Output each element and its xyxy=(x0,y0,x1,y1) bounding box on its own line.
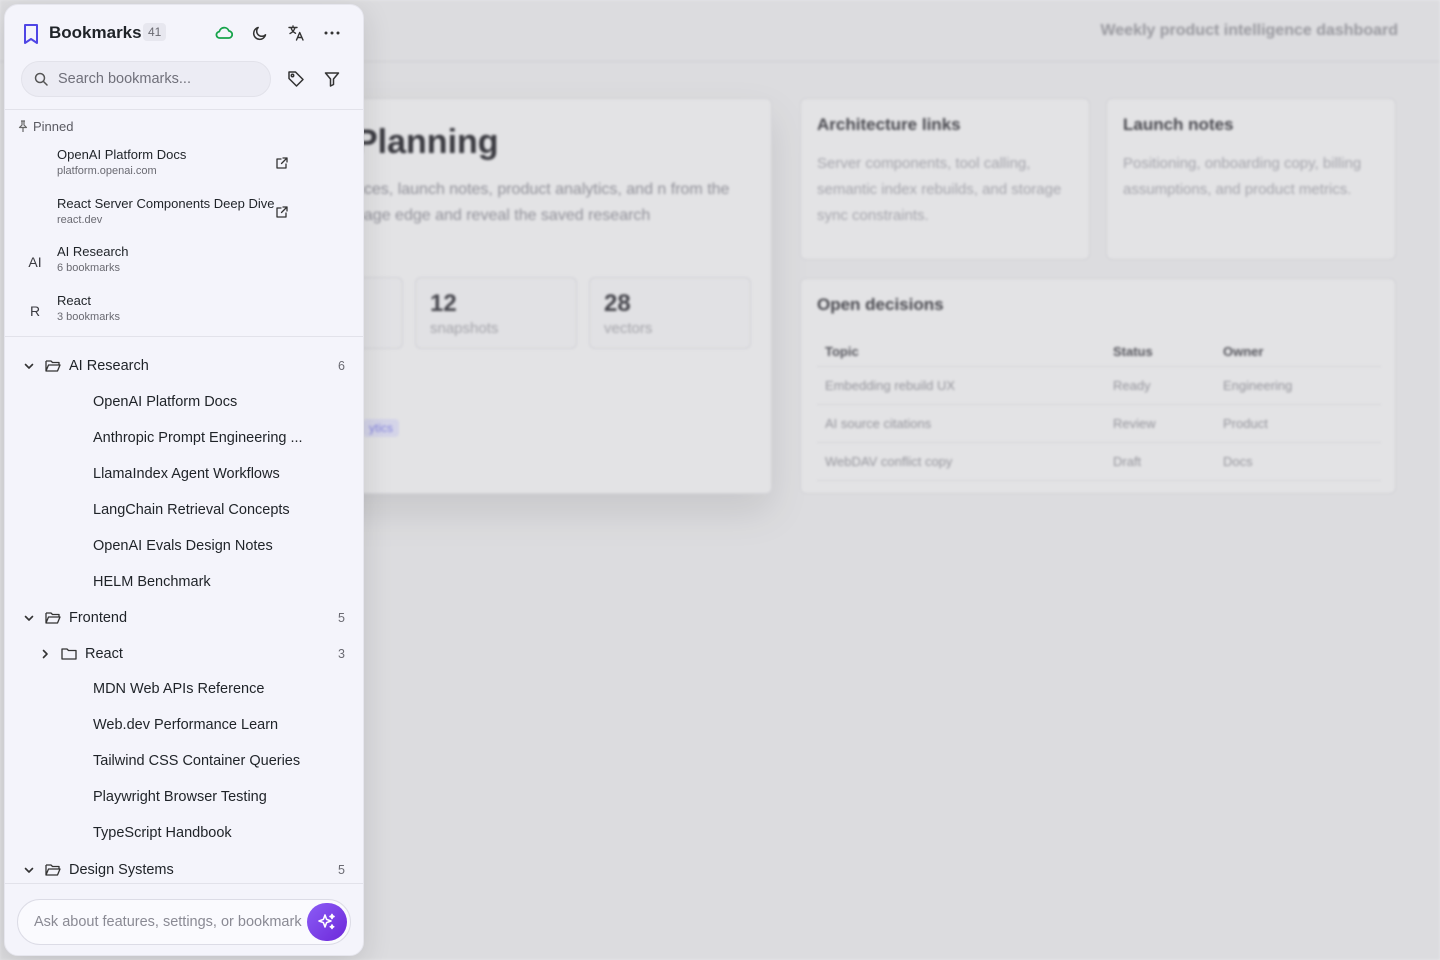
pin-icon xyxy=(18,120,28,132)
moon-icon xyxy=(252,26,267,41)
bookmark-item[interactable]: Anthropic Prompt Engineering ... xyxy=(5,421,363,457)
bookmark-icon xyxy=(24,24,38,44)
filter-button[interactable] xyxy=(318,65,346,93)
chevron-down-icon xyxy=(24,867,34,873)
bookmark-label: OpenAI Platform Docs xyxy=(93,394,238,410)
pinned-favicon xyxy=(21,151,49,179)
panel-title: Bookmarks xyxy=(49,23,142,42)
folder-count: 5 xyxy=(338,863,345,877)
pinned-item-title: OpenAI Platform Docs xyxy=(57,147,187,162)
pinned-folder[interactable]: AI AI Research 6 bookmarks xyxy=(5,238,363,286)
bookmark-item[interactable]: OpenAI Platform Docs xyxy=(5,385,363,421)
bookmark-label: Playwright Browser Testing xyxy=(93,789,267,805)
bookmark-item[interactable]: Tailwind CSS Container Queries xyxy=(5,744,363,780)
folder-ai-research[interactable]: AI Research 6 xyxy=(5,349,363,385)
pinned-item-domain: platform.openai.com xyxy=(57,165,157,177)
folder-label: AI Research xyxy=(69,358,149,374)
search-input[interactable] xyxy=(58,62,264,96)
bookmarks-panel: Bookmarks 41 Search bookmarks... Pinned … xyxy=(4,4,364,956)
bookmark-label: Anthropic Prompt Engineering ... xyxy=(93,430,303,446)
sparkles-icon xyxy=(318,913,335,930)
chevron-down-icon xyxy=(24,615,34,621)
ask-ai-bar xyxy=(17,899,351,945)
pinned-folder-badge: R xyxy=(29,303,41,319)
cloud-sync-button[interactable] xyxy=(210,19,238,47)
bookmark-item[interactable]: TypeScript Handbook xyxy=(5,816,363,852)
pinned-item[interactable]: OpenAI Platform Docs platform.openai.com xyxy=(5,141,363,189)
folder-open-icon xyxy=(45,612,61,624)
pinned-favicon xyxy=(21,200,49,228)
translate-icon xyxy=(288,25,304,41)
bookmark-label: LangChain Retrieval Concepts xyxy=(93,502,290,518)
tags-button[interactable] xyxy=(282,65,310,93)
pinned-item-count: 3 bookmarks xyxy=(57,311,120,323)
bookmark-label: LlamaIndex Agent Workflows xyxy=(93,466,280,482)
bookmark-item[interactable]: OpenAI Evals Design Notes xyxy=(5,529,363,565)
pinned-item-title: AI Research xyxy=(57,244,129,259)
pinned-item-count: 6 bookmarks xyxy=(57,262,120,274)
external-link-icon[interactable] xyxy=(275,205,289,219)
divider xyxy=(5,109,363,110)
bookmark-label: TypeScript Handbook xyxy=(93,825,232,841)
divider xyxy=(5,336,363,337)
folder-open-icon xyxy=(45,864,61,876)
bookmark-item[interactable]: Web.dev Performance Learn xyxy=(5,708,363,744)
folder-icon xyxy=(61,648,77,660)
folder-count: 3 xyxy=(338,647,345,661)
filter-icon xyxy=(324,72,340,87)
bookmark-label: MDN Web APIs Reference xyxy=(93,681,265,697)
cloud-sync-icon xyxy=(215,26,233,39)
more-icon xyxy=(324,31,340,35)
folder-label: Frontend xyxy=(69,610,128,626)
folder-label: React xyxy=(85,646,123,662)
search-box xyxy=(21,61,271,97)
pinned-folder-badge: AI xyxy=(28,254,42,270)
bookmark-item[interactable]: MDN Web APIs Reference xyxy=(5,672,363,708)
folder-open-icon xyxy=(45,360,61,372)
pinned-item-title: React xyxy=(57,293,91,308)
pinned-label-text: Pinned xyxy=(33,119,74,134)
divider xyxy=(5,883,363,884)
bookmark-item[interactable]: LangChain Retrieval Concepts xyxy=(5,493,363,529)
ask-ai-input[interactable] xyxy=(34,900,302,944)
chevron-right-icon xyxy=(42,649,48,659)
panel-header: Bookmarks 41 xyxy=(5,5,363,61)
bookmark-label: Tailwind CSS Container Queries xyxy=(93,753,301,769)
bookmark-item[interactable]: HELM Benchmark xyxy=(5,565,363,601)
folder-label: Design Systems xyxy=(69,862,174,878)
bookmark-count-badge: 41 xyxy=(143,23,167,41)
bookmark-item[interactable]: LlamaIndex Agent Workflows xyxy=(5,457,363,493)
bookmark-item[interactable]: Playwright Browser Testing xyxy=(5,780,363,816)
chevron-down-icon xyxy=(24,363,34,369)
translate-button[interactable] xyxy=(282,19,310,47)
external-link-icon[interactable] xyxy=(275,156,289,170)
pinned-section-label: Pinned xyxy=(17,119,73,134)
tag-icon xyxy=(288,71,304,87)
folder-count: 6 xyxy=(338,359,345,373)
folder-frontend[interactable]: Frontend 5 xyxy=(5,601,363,637)
search-row xyxy=(5,61,363,111)
dark-mode-button[interactable] xyxy=(246,19,274,47)
ask-ai-send-button[interactable] xyxy=(307,903,347,941)
pinned-item-domain: react.dev xyxy=(57,214,103,226)
more-options-button[interactable] xyxy=(318,19,346,47)
pinned-folder[interactable]: R React 3 bookmarks xyxy=(5,287,363,335)
bookmark-label: OpenAI Evals Design Notes xyxy=(93,538,273,554)
search-icon xyxy=(34,72,48,86)
bookmark-label: Web.dev Performance Learn xyxy=(93,717,279,733)
bookmark-label: HELM Benchmark xyxy=(93,574,211,590)
folder-count: 5 xyxy=(338,611,345,625)
pinned-item-title: React Server Components Deep Dive xyxy=(57,196,275,211)
pinned-item[interactable]: React Server Components Deep Dive react.… xyxy=(5,190,363,238)
folder-react[interactable]: React 3 xyxy=(5,637,363,673)
